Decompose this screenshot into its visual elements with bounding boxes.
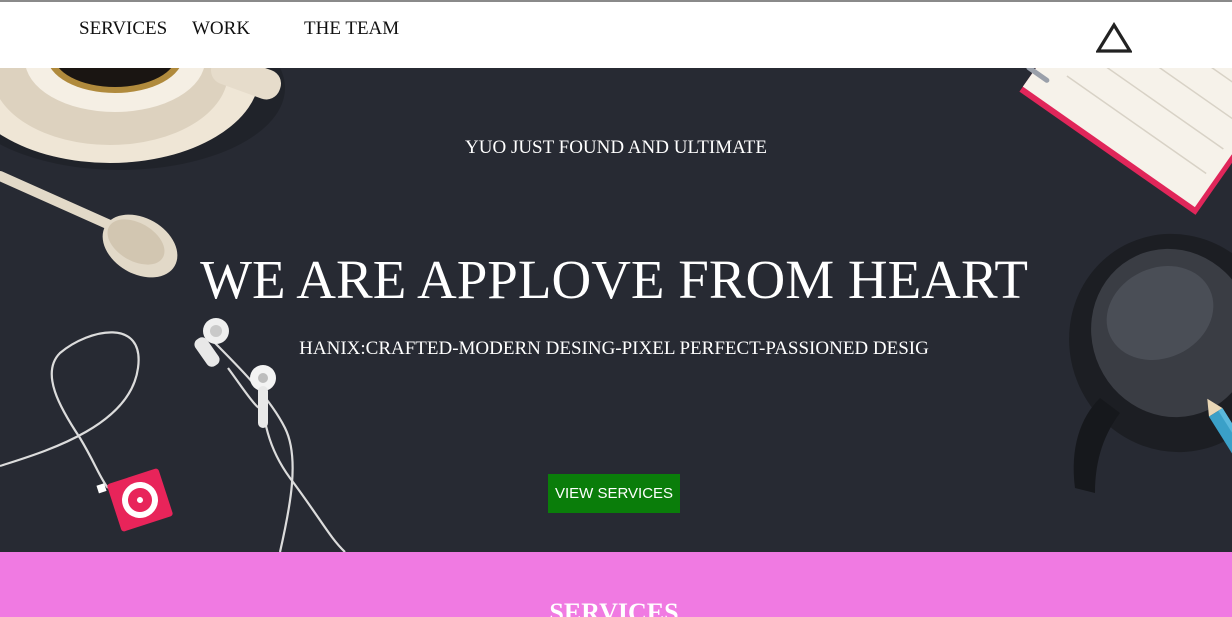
nav-link-work[interactable]: WORK [192,18,250,40]
earbud-right [250,365,276,428]
triangle-logo-icon[interactable] [1096,22,1132,54]
top-navbar: SERVICES WORK THE TEAM [0,2,1232,68]
hero-kicker: YUO JUST FOUND AND ULTIMATE [465,137,767,158]
nav-link-the-team[interactable]: THE TEAM [304,18,399,40]
hero-title: WE ARE APPLOVE FROM HEART [200,249,1028,310]
earphones-icon [0,331,346,552]
view-services-button[interactable]: VIEW SERVICES [548,474,680,513]
services-section: SERVICES [0,552,1232,617]
hero-section: YUO JUST FOUND AND ULTIMATE WE ARE APPLO… [0,68,1232,552]
music-player-icon [96,468,173,532]
hero-subtitle: HANIX:CRAFTED-MODERN DESING-PIXEL PERFEC… [299,338,929,359]
nav-link-services[interactable]: SERVICES [79,18,167,40]
services-heading: SERVICES [549,598,679,617]
